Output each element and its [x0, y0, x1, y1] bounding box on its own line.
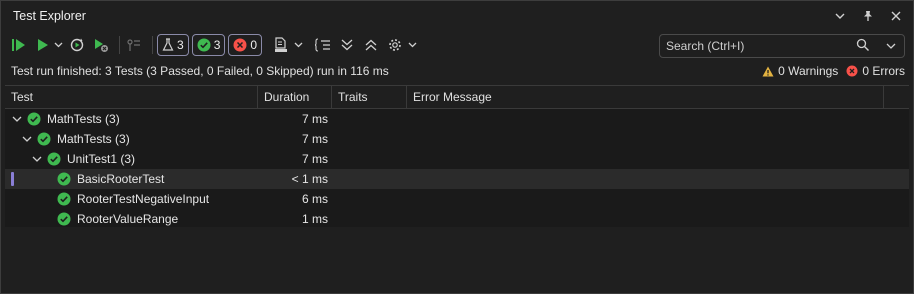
warning-icon: [762, 66, 774, 76]
test-name: BasicRooterTest: [77, 172, 165, 186]
test-duration: 6 ms: [301, 192, 328, 206]
run-button[interactable]: [33, 34, 53, 56]
total-tests-filter-button[interactable]: 3: [157, 34, 189, 56]
grid-header: Test Duration Traits Error Message: [5, 85, 909, 109]
run-summary-text: Test run finished: 3 Tests (3 Passed, 0 …: [11, 64, 389, 78]
playlist-dropdown-chevron-icon[interactable]: [293, 34, 303, 56]
pin-icon[interactable]: [861, 9, 875, 23]
empty-grid-area: [5, 227, 909, 291]
passed-icon: [27, 112, 41, 126]
repeat-last-run-icon[interactable]: [67, 34, 87, 56]
test-name: UnitTest1 (3): [67, 152, 136, 166]
column-header-test[interactable]: Test: [5, 86, 258, 108]
passed-icon: [197, 38, 211, 52]
passed-icon: [57, 192, 71, 206]
group-by-icon[interactable]: [313, 34, 333, 56]
test-duration: < 1 ms: [291, 172, 328, 186]
passed-icon: [57, 212, 71, 226]
close-icon[interactable]: [889, 9, 903, 23]
settings-dropdown-chevron-icon[interactable]: [407, 34, 417, 56]
test-name: MathTests (3): [57, 132, 130, 146]
tree-row-test[interactable]: RooterTestNegativeInput 6 ms: [5, 189, 909, 209]
test-explorer-panel: Test Explorer 3 3 0 Search (Ctrl+I) Test…: [0, 0, 914, 294]
passed-icon: [57, 172, 71, 186]
chevron-down-icon[interactable]: [833, 9, 847, 23]
column-header-traits[interactable]: Traits: [332, 86, 407, 108]
flask-icon: [162, 38, 174, 51]
test-tree: MathTests (3) 7 ms MathTests (3) 7 ms Un…: [5, 109, 909, 229]
failed-icon: [233, 38, 247, 52]
passed-icon: [37, 132, 51, 146]
run-dropdown-chevron-icon[interactable]: [53, 34, 63, 56]
test-duration: 7 ms: [301, 152, 328, 166]
test-duration: 7 ms: [301, 132, 328, 146]
test-name: MathTests (3): [47, 112, 120, 126]
run-all-button[interactable]: [9, 34, 29, 56]
column-header-duration[interactable]: Duration: [258, 86, 332, 108]
debug-icon[interactable]: [124, 34, 144, 56]
search-box: [659, 34, 905, 58]
playlist-icon[interactable]: [271, 34, 291, 56]
total-tests-count: 3: [177, 38, 184, 52]
warnings-count: 0 Warnings: [778, 64, 839, 78]
status-bar: Test run finished: 3 Tests (3 Passed, 0 …: [1, 59, 913, 83]
errors-count: 0 Errors: [862, 64, 905, 78]
failed-tests-count: 0: [250, 38, 258, 52]
test-duration: 1 ms: [301, 212, 328, 226]
failed-tests-filter-button[interactable]: 0: [228, 34, 263, 56]
tree-row-namespace[interactable]: MathTests (3) 7 ms: [5, 129, 909, 149]
chevron-down-icon[interactable]: [31, 153, 43, 165]
chevron-down-icon[interactable]: [11, 113, 23, 125]
settings-gear-icon[interactable]: [385, 34, 405, 56]
tree-row-test-selected[interactable]: BasicRooterTest < 1 ms: [5, 169, 909, 189]
selection-marker: [11, 172, 14, 186]
warnings-indicator[interactable]: 0 Warnings: [762, 64, 838, 78]
test-name: RooterValueRange: [77, 212, 179, 226]
panel-title: Test Explorer: [13, 9, 86, 23]
passed-tests-filter-button[interactable]: 3: [191, 34, 226, 56]
error-icon: [846, 65, 858, 77]
toolbar-separator: [152, 36, 153, 54]
passed-tests-count: 3: [213, 38, 221, 52]
search-options-chevron-icon[interactable]: [886, 39, 896, 53]
chevron-down-icon[interactable]: [21, 133, 33, 145]
tree-row-class[interactable]: UnitTest1 (3) 7 ms: [5, 149, 909, 169]
test-name: RooterTestNegativeInput: [77, 192, 210, 206]
test-duration: 7 ms: [301, 112, 328, 126]
run-failed-tests-icon[interactable]: [91, 34, 111, 56]
tree-row-test[interactable]: RooterValueRange 1 ms: [5, 209, 909, 229]
collapse-all-icon[interactable]: [361, 34, 381, 56]
errors-indicator[interactable]: 0 Errors: [846, 64, 905, 78]
column-header-spacer: [884, 86, 909, 108]
title-bar: Test Explorer: [1, 1, 913, 31]
column-header-error-message[interactable]: Error Message: [407, 86, 884, 108]
search-input[interactable]: [660, 38, 848, 54]
search-icon[interactable]: [856, 38, 870, 55]
expand-all-icon[interactable]: [337, 34, 357, 56]
test-results-grid: Test Duration Traits Error Message MathT…: [5, 85, 909, 229]
passed-icon: [47, 152, 61, 166]
toolbar-separator: [119, 36, 120, 54]
tree-row-project[interactable]: MathTests (3) 7 ms: [5, 109, 909, 129]
